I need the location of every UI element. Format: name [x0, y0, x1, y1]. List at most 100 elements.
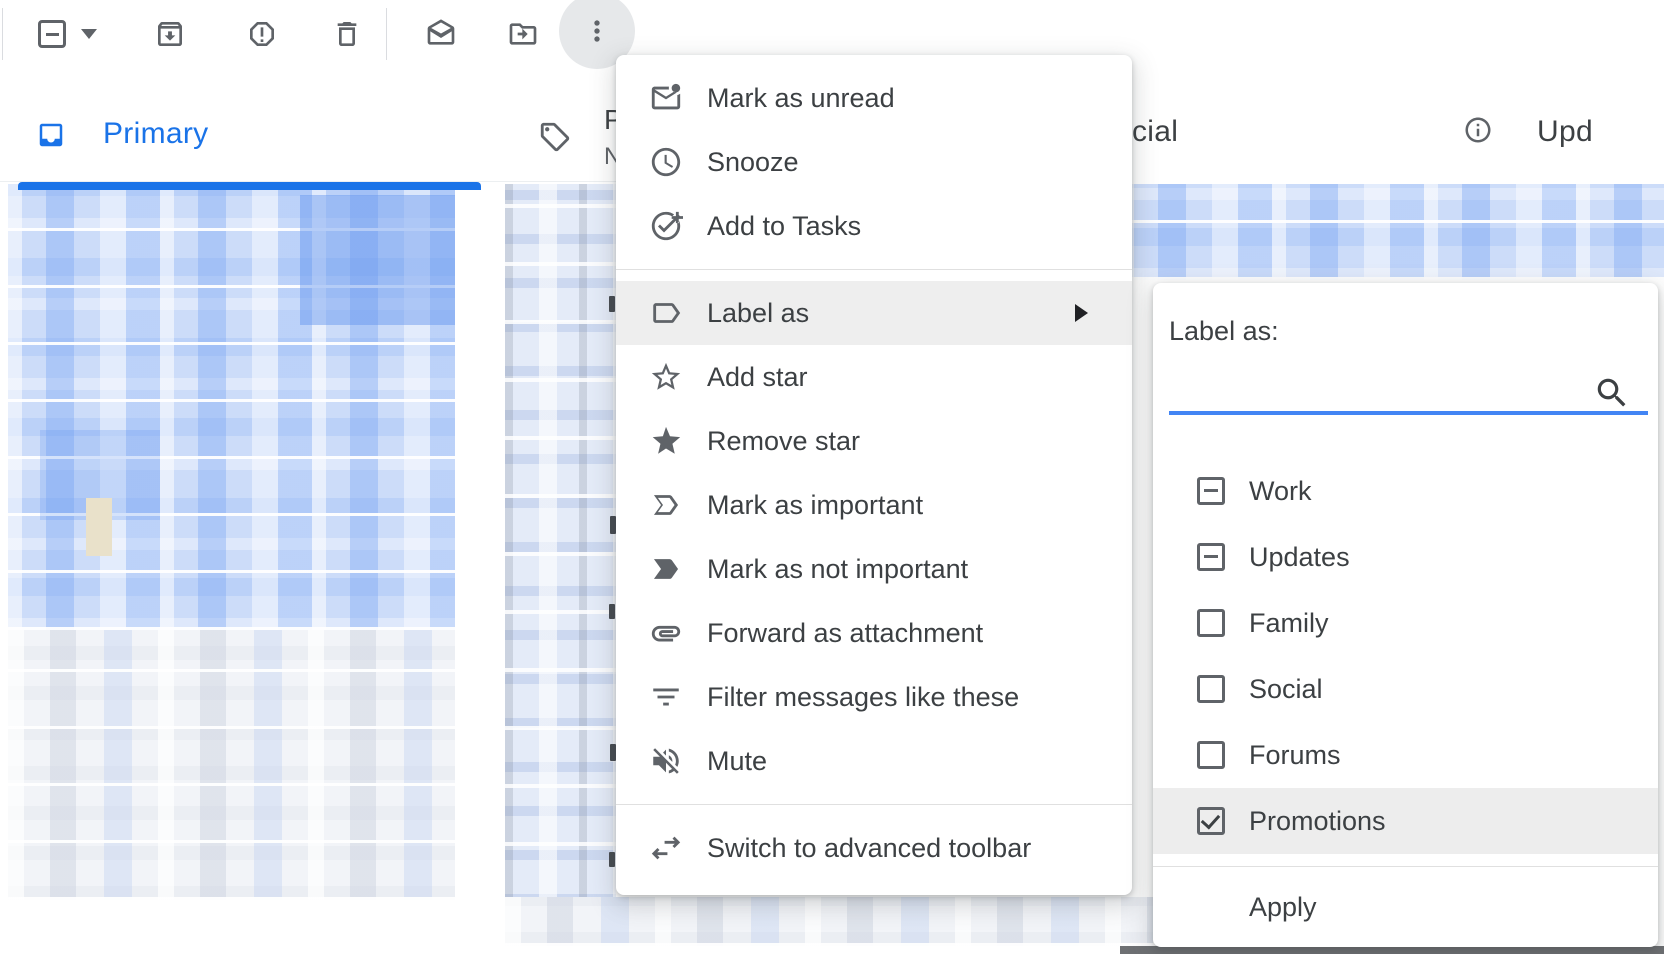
menu-item-label: Snooze	[707, 147, 799, 178]
menu-item-remove-star[interactable]: Remove star	[616, 409, 1132, 473]
menu-item-label: Switch to advanced toolbar	[707, 833, 1031, 864]
apply-button-label: Apply	[1249, 892, 1317, 923]
menu-item-label: Filter messages like these	[707, 682, 1019, 713]
search-icon[interactable]	[1593, 374, 1631, 412]
checkbox-indeterminate-icon[interactable]	[1197, 477, 1225, 505]
switch-arrows-icon	[649, 831, 683, 865]
label-option-family[interactable]: Family	[1153, 590, 1658, 656]
menu-item-label-as[interactable]: Label as	[616, 281, 1132, 345]
star-filled-icon	[649, 424, 683, 458]
menu-item-snooze[interactable]: Snooze	[616, 130, 1132, 194]
toolbar-separator	[386, 8, 387, 60]
info-icon[interactable]	[1463, 115, 1493, 145]
checkbox-unchecked-icon[interactable]	[1197, 675, 1225, 703]
tab-promotions-fragment: Ne	[604, 142, 616, 172]
mute-icon	[649, 744, 683, 778]
mark-as-read-icon	[425, 18, 457, 50]
tab-promotions-fragment: Pr	[604, 104, 616, 136]
search-underline	[1169, 411, 1648, 415]
menu-item-label: Mute	[707, 746, 767, 777]
label-option-work[interactable]: Work	[1153, 458, 1658, 524]
archive-button[interactable]	[154, 18, 186, 50]
menu-item-add-star[interactable]: Add star	[616, 345, 1132, 409]
menu-item-label: Mark as important	[707, 490, 923, 521]
report-spam-button[interactable]	[246, 18, 278, 50]
label-option-name: Forums	[1249, 740, 1341, 771]
menu-item-label: Remove star	[707, 426, 860, 457]
menu-item-add-to-tasks[interactable]: Add to Tasks	[616, 194, 1132, 258]
email-row-redacted-selected[interactable]	[1120, 184, 1664, 280]
label-option-name: Updates	[1249, 542, 1350, 573]
label-as-submenu: Label as: Work Updates Family Social For…	[1153, 283, 1658, 947]
redacted-patch	[300, 195, 455, 325]
label-option-updates[interactable]: Updates	[1153, 524, 1658, 590]
label-option-name: Work	[1249, 476, 1312, 507]
label-option-promotions[interactable]: Promotions	[1153, 788, 1658, 854]
label-option-forums[interactable]: Forums	[1153, 722, 1658, 788]
more-options-icon	[581, 15, 613, 47]
menu-divider	[616, 269, 1132, 270]
menu-item-mark-as-important[interactable]: Mark as important	[616, 473, 1132, 537]
redacted-text-sliver	[609, 296, 615, 312]
checkbox-indeterminate-icon[interactable]	[1197, 543, 1225, 571]
submenu-divider	[1153, 866, 1658, 867]
bottom-dark-strip	[1120, 946, 1664, 954]
archive-icon	[154, 18, 186, 50]
indeterminate-mark-icon	[46, 33, 59, 36]
label-options-list: Work Updates Family Social Forums Promot…	[1153, 458, 1658, 854]
menu-item-label: Mark as unread	[707, 83, 895, 114]
menu-item-switch-toolbar[interactable]: Switch to advanced toolbar	[616, 816, 1132, 880]
tag-icon	[538, 120, 572, 154]
apply-button[interactable]: Apply	[1153, 878, 1664, 936]
add-to-tasks-icon	[649, 209, 683, 243]
important-outline-icon	[649, 488, 683, 522]
tab-social-partial-label[interactable]: cial	[1132, 115, 1178, 149]
email-list-redacted-bottom[interactable]	[505, 897, 1153, 946]
star-outline-icon	[649, 360, 683, 394]
filter-icon	[649, 680, 683, 714]
move-to-button[interactable]	[507, 18, 539, 50]
menu-item-mark-as-not-important[interactable]: Mark as not important	[616, 537, 1132, 601]
menu-item-filter-messages[interactable]: Filter messages like these	[616, 665, 1132, 729]
more-options-button[interactable]	[581, 15, 613, 47]
menu-item-label: Label as	[707, 298, 809, 329]
move-to-icon	[507, 18, 539, 50]
inbox-icon	[36, 120, 66, 150]
tab-updates-partial-label[interactable]: Upd	[1537, 115, 1593, 149]
submenu-title: Label as:	[1169, 316, 1279, 347]
tab-primary-indicator	[18, 182, 481, 190]
delete-icon	[331, 18, 363, 50]
redacted-text-sliver	[609, 852, 615, 867]
menu-item-mark-as-unread[interactable]: Mark as unread	[616, 66, 1132, 130]
mark-as-read-button[interactable]	[425, 18, 457, 50]
checkbox-unchecked-icon[interactable]	[1197, 609, 1225, 637]
report-spam-icon	[246, 18, 278, 50]
select-dropdown-caret[interactable]	[81, 29, 97, 39]
redacted-patch	[86, 498, 112, 556]
attachment-icon	[649, 616, 683, 650]
delete-button[interactable]	[331, 18, 363, 50]
label-option-name: Promotions	[1249, 806, 1386, 837]
menu-item-label: Add to Tasks	[707, 211, 861, 242]
menu-item-label: Add star	[707, 362, 808, 393]
menu-item-mute[interactable]: Mute	[616, 729, 1132, 793]
tab-promotions[interactable]: Pr Ne	[500, 100, 616, 190]
email-list-redacted[interactable]	[8, 630, 455, 900]
label-option-social[interactable]: Social	[1153, 656, 1658, 722]
select-checkbox[interactable]	[38, 20, 66, 48]
checkbox-checked-icon[interactable]	[1197, 807, 1225, 835]
snooze-clock-icon	[649, 145, 683, 179]
label-icon	[649, 296, 683, 330]
email-list-redacted-column[interactable]	[505, 184, 616, 904]
label-search-input[interactable]	[1169, 358, 1593, 412]
submenu-arrow-icon	[1075, 304, 1088, 322]
mark-unread-icon	[649, 81, 683, 115]
tab-primary-label: Primary	[103, 117, 208, 151]
menu-divider	[616, 804, 1132, 805]
menu-item-label: Forward as attachment	[707, 618, 983, 649]
label-option-name: Family	[1249, 608, 1329, 639]
redacted-text-sliver	[609, 604, 615, 619]
tab-primary[interactable]: Primary	[18, 100, 481, 190]
menu-item-forward-as-attachment[interactable]: Forward as attachment	[616, 601, 1132, 665]
checkbox-unchecked-icon[interactable]	[1197, 741, 1225, 769]
